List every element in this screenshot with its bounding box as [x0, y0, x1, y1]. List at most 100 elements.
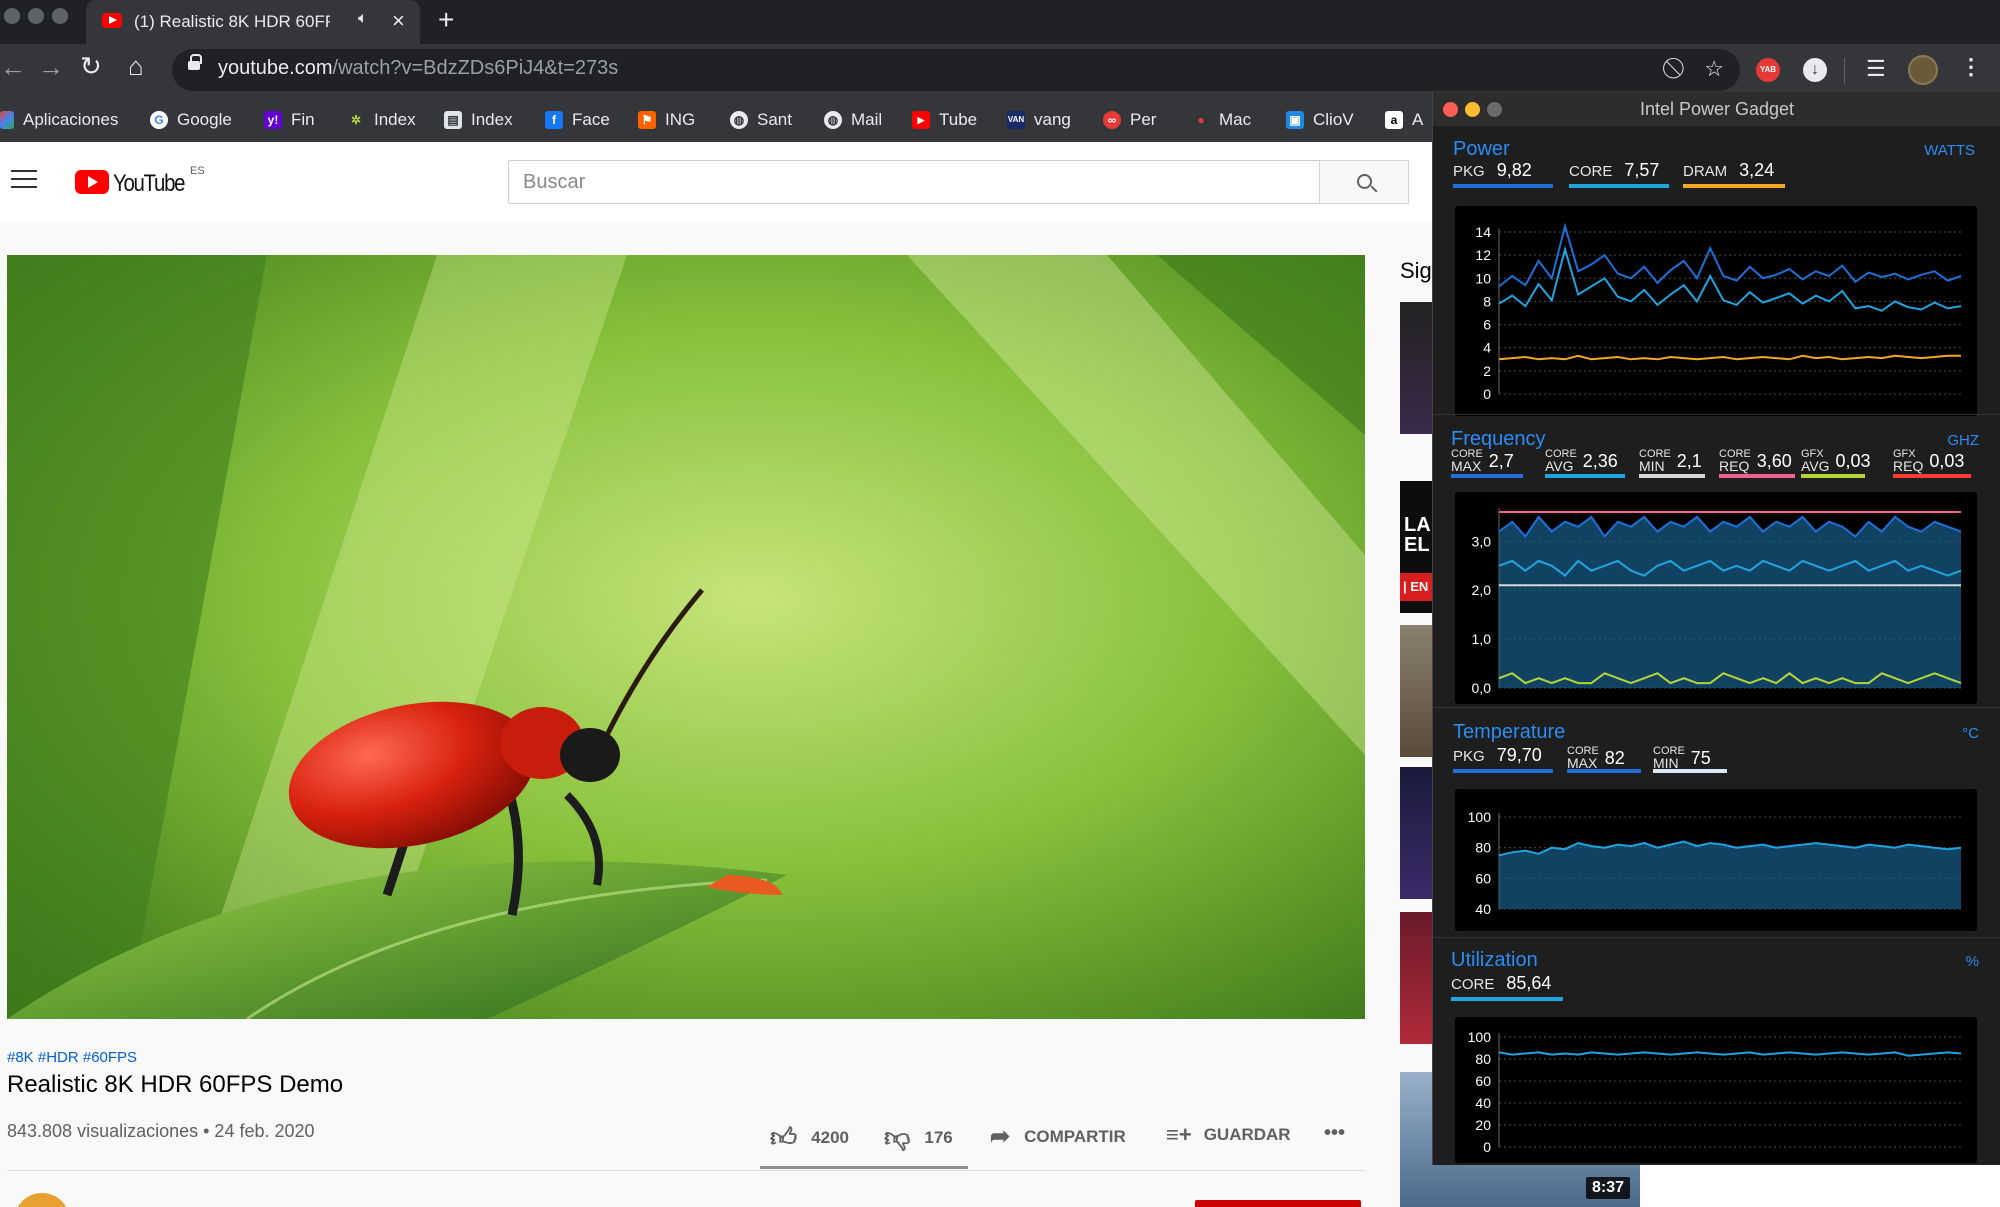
bookmark-index-1[interactable]: ✲ Index	[347, 110, 416, 130]
search-button[interactable]	[1319, 160, 1409, 204]
bookmark-google[interactable]: G Google	[150, 110, 232, 130]
y-tick-label: 60	[1475, 870, 1491, 886]
utilization-core-underline	[1451, 997, 1563, 1001]
dislike-button[interactable]: 👎︎ 176	[884, 1122, 953, 1153]
back-button[interactable]: ←	[0, 52, 26, 83]
like-button[interactable]: 👍︎ 4200	[770, 1122, 849, 1153]
address-bar[interactable]: youtube.com/watch?v=BdzZDs6PiJ4&t=273s 🚫…	[172, 49, 1740, 91]
url-path: /watch?v=BdzZDs6PiJ4&t=273s	[332, 57, 619, 79]
section-divider	[1433, 937, 2000, 938]
utilization-chart: 100 80 60 40 20 0	[1455, 1017, 1977, 1163]
series-area-core-max	[1499, 516, 1961, 688]
window-controls[interactable]	[4, 8, 76, 29]
youtube-logo-icon[interactable]	[75, 170, 109, 194]
bookmark-fin[interactable]: y! Fin	[264, 110, 315, 130]
new-tab-button[interactable]: +	[438, 4, 454, 36]
frequency-chart: 3,0 2,0 1,0 0,0	[1455, 492, 1977, 704]
y-tick-label: 3,0	[1472, 533, 1492, 549]
browser-tab-active[interactable]: (1) Realistic 8K HDR 60FPS 🔈︎ ×	[86, 0, 420, 44]
browser-menu-icon[interactable]: ⋮	[1960, 54, 1982, 80]
media-controls-icon[interactable]: ☰	[1866, 56, 1886, 82]
bookmark-per[interactable]: ∞ Per	[1103, 110, 1156, 130]
bookmark-cliov[interactable]: ▣ ClioV	[1286, 110, 1354, 130]
amazon-icon: a	[1385, 111, 1403, 129]
temperature-section: Temperature °C PKG 79,70 CORE MAX 82 CORE MI…	[1433, 709, 2000, 937]
series-line-core	[1498, 1051, 1962, 1057]
power-pkg-underline	[1453, 184, 1553, 188]
bookmark-mail[interactable]: ◍ Mail	[824, 110, 882, 130]
forward-button[interactable]: →	[38, 52, 64, 83]
y-tick-label: 14	[1475, 224, 1491, 240]
frequency-stat-underline	[1545, 474, 1625, 478]
temperature-min-underline	[1653, 769, 1727, 773]
y-tick-label: 8	[1483, 293, 1491, 309]
y-tick-label: 4	[1483, 340, 1491, 356]
frequency-stat-5: GFX AVG 0,03	[1801, 448, 1871, 474]
series-line-dram	[1498, 354, 1961, 361]
temperature-max-stat: CORE MAX 82	[1567, 745, 1625, 771]
video-player[interactable]	[7, 255, 1365, 1019]
close-tab-icon[interactable]: ×	[392, 8, 405, 34]
section-divider	[1433, 707, 2000, 708]
y-tick-label: 6	[1483, 317, 1491, 333]
bookmark-face[interactable]: f Face	[545, 110, 610, 130]
save-button[interactable]: ≡+ GUARDAR	[1166, 1122, 1291, 1148]
y-tick-label: 12	[1475, 247, 1491, 263]
bookmark-amazon[interactable]: aA	[1385, 110, 1423, 130]
frequency-stat-6: GFX REQ 0,03	[1893, 448, 1965, 474]
bookmark-index-2[interactable]: ▤ Index	[444, 110, 513, 130]
home-button[interactable]: ⌂	[128, 51, 144, 82]
browser-toolbar: ← → ↻ ⌂ youtube.com/watch?v=BdzZDs6PiJ4&…	[0, 44, 2000, 98]
video-title: Realistic 8K HDR 60FPS Demo	[7, 1071, 344, 1098]
power-pkg-stat: PKG 9,82	[1453, 160, 1532, 180]
bookmark-star-icon[interactable]: ☆	[1704, 56, 1724, 82]
speaker-icon[interactable]: 🔈︎	[358, 10, 368, 28]
power-unit: WATTS	[1924, 142, 1975, 159]
share-button[interactable]: ➦ COMPARTIR	[990, 1122, 1126, 1151]
y-tick-label: 1,0	[1472, 631, 1492, 647]
power-title: Power	[1453, 138, 1510, 160]
bookmark-apps[interactable]: Aplicaciones	[0, 110, 118, 130]
menu-hamburger-icon[interactable]	[11, 170, 37, 190]
frequency-stat-3: CORE MIN 2,1	[1639, 448, 1702, 474]
bookmark-ing[interactable]: ⚑ ING	[638, 110, 695, 130]
y-tick-label: 20	[1475, 1117, 1491, 1133]
video-meta: 843.808 visualizaciones • 24 feb. 2020	[7, 1121, 315, 1141]
bookmark-tube[interactable]: ▶ Tube	[912, 110, 977, 130]
y-tick-label: 80	[1475, 1051, 1491, 1067]
frequency-stat-underline	[1639, 474, 1705, 478]
frequency-stat-underline	[1893, 474, 1971, 478]
frequency-section: Frequency GHZ CORE MAX 2,7 CORE AVG 2,36 CORE M…	[1433, 416, 2000, 708]
profile-avatar[interactable]	[1908, 55, 1938, 85]
youtube-logo-text[interactable]: YouTube	[113, 170, 186, 198]
frequency-stat-underline	[1719, 474, 1795, 478]
temperature-pkg-underline	[1453, 769, 1553, 773]
bookmark-vang[interactable]: VAN vang	[1007, 110, 1071, 130]
ipg-titlebar: Intel Power Gadget	[1433, 92, 2000, 126]
download-extension-icon[interactable]: ↓	[1803, 58, 1827, 82]
search-input[interactable]: Buscar	[508, 160, 1320, 204]
apple-icon: ●	[1192, 111, 1210, 129]
section-divider	[1433, 414, 2000, 415]
bookmark-mac[interactable]: ● Mac	[1192, 110, 1251, 130]
utilization-title: Utilization	[1451, 949, 1538, 971]
bookmark-sant[interactable]: ◍ Sant	[730, 110, 792, 130]
utilization-chart-svg: 100 80 60 40 20 0	[1468, 1029, 1962, 1155]
apps-grid-icon	[0, 111, 14, 129]
extension-yab-icon[interactable]: YAB	[1756, 58, 1780, 82]
subscribe-button[interactable]	[1195, 1200, 1361, 1207]
country-code: ES	[190, 165, 205, 177]
frequency-stat-2: CORE AVG 2,36	[1545, 448, 1618, 474]
like-ratio-bar	[760, 1166, 968, 1169]
y-tick-label: 80	[1475, 840, 1491, 856]
site-permissions-icon[interactable]: 🚫︎	[1661, 56, 1686, 81]
reload-button[interactable]: ↻	[80, 51, 102, 82]
frequency-stat-4: CORE REQ 3,60	[1719, 448, 1792, 474]
y-tick-label: 0	[1483, 1139, 1491, 1155]
index-icon: ✲	[347, 111, 365, 129]
more-actions-button[interactable]: •••	[1324, 1122, 1345, 1145]
video-hashtags[interactable]: #8K #HDR #60FPS	[7, 1049, 137, 1066]
youtube-favicon-icon	[102, 13, 122, 28]
power-core-underline	[1569, 184, 1669, 188]
vanguardia-icon: VAN	[1007, 111, 1025, 129]
